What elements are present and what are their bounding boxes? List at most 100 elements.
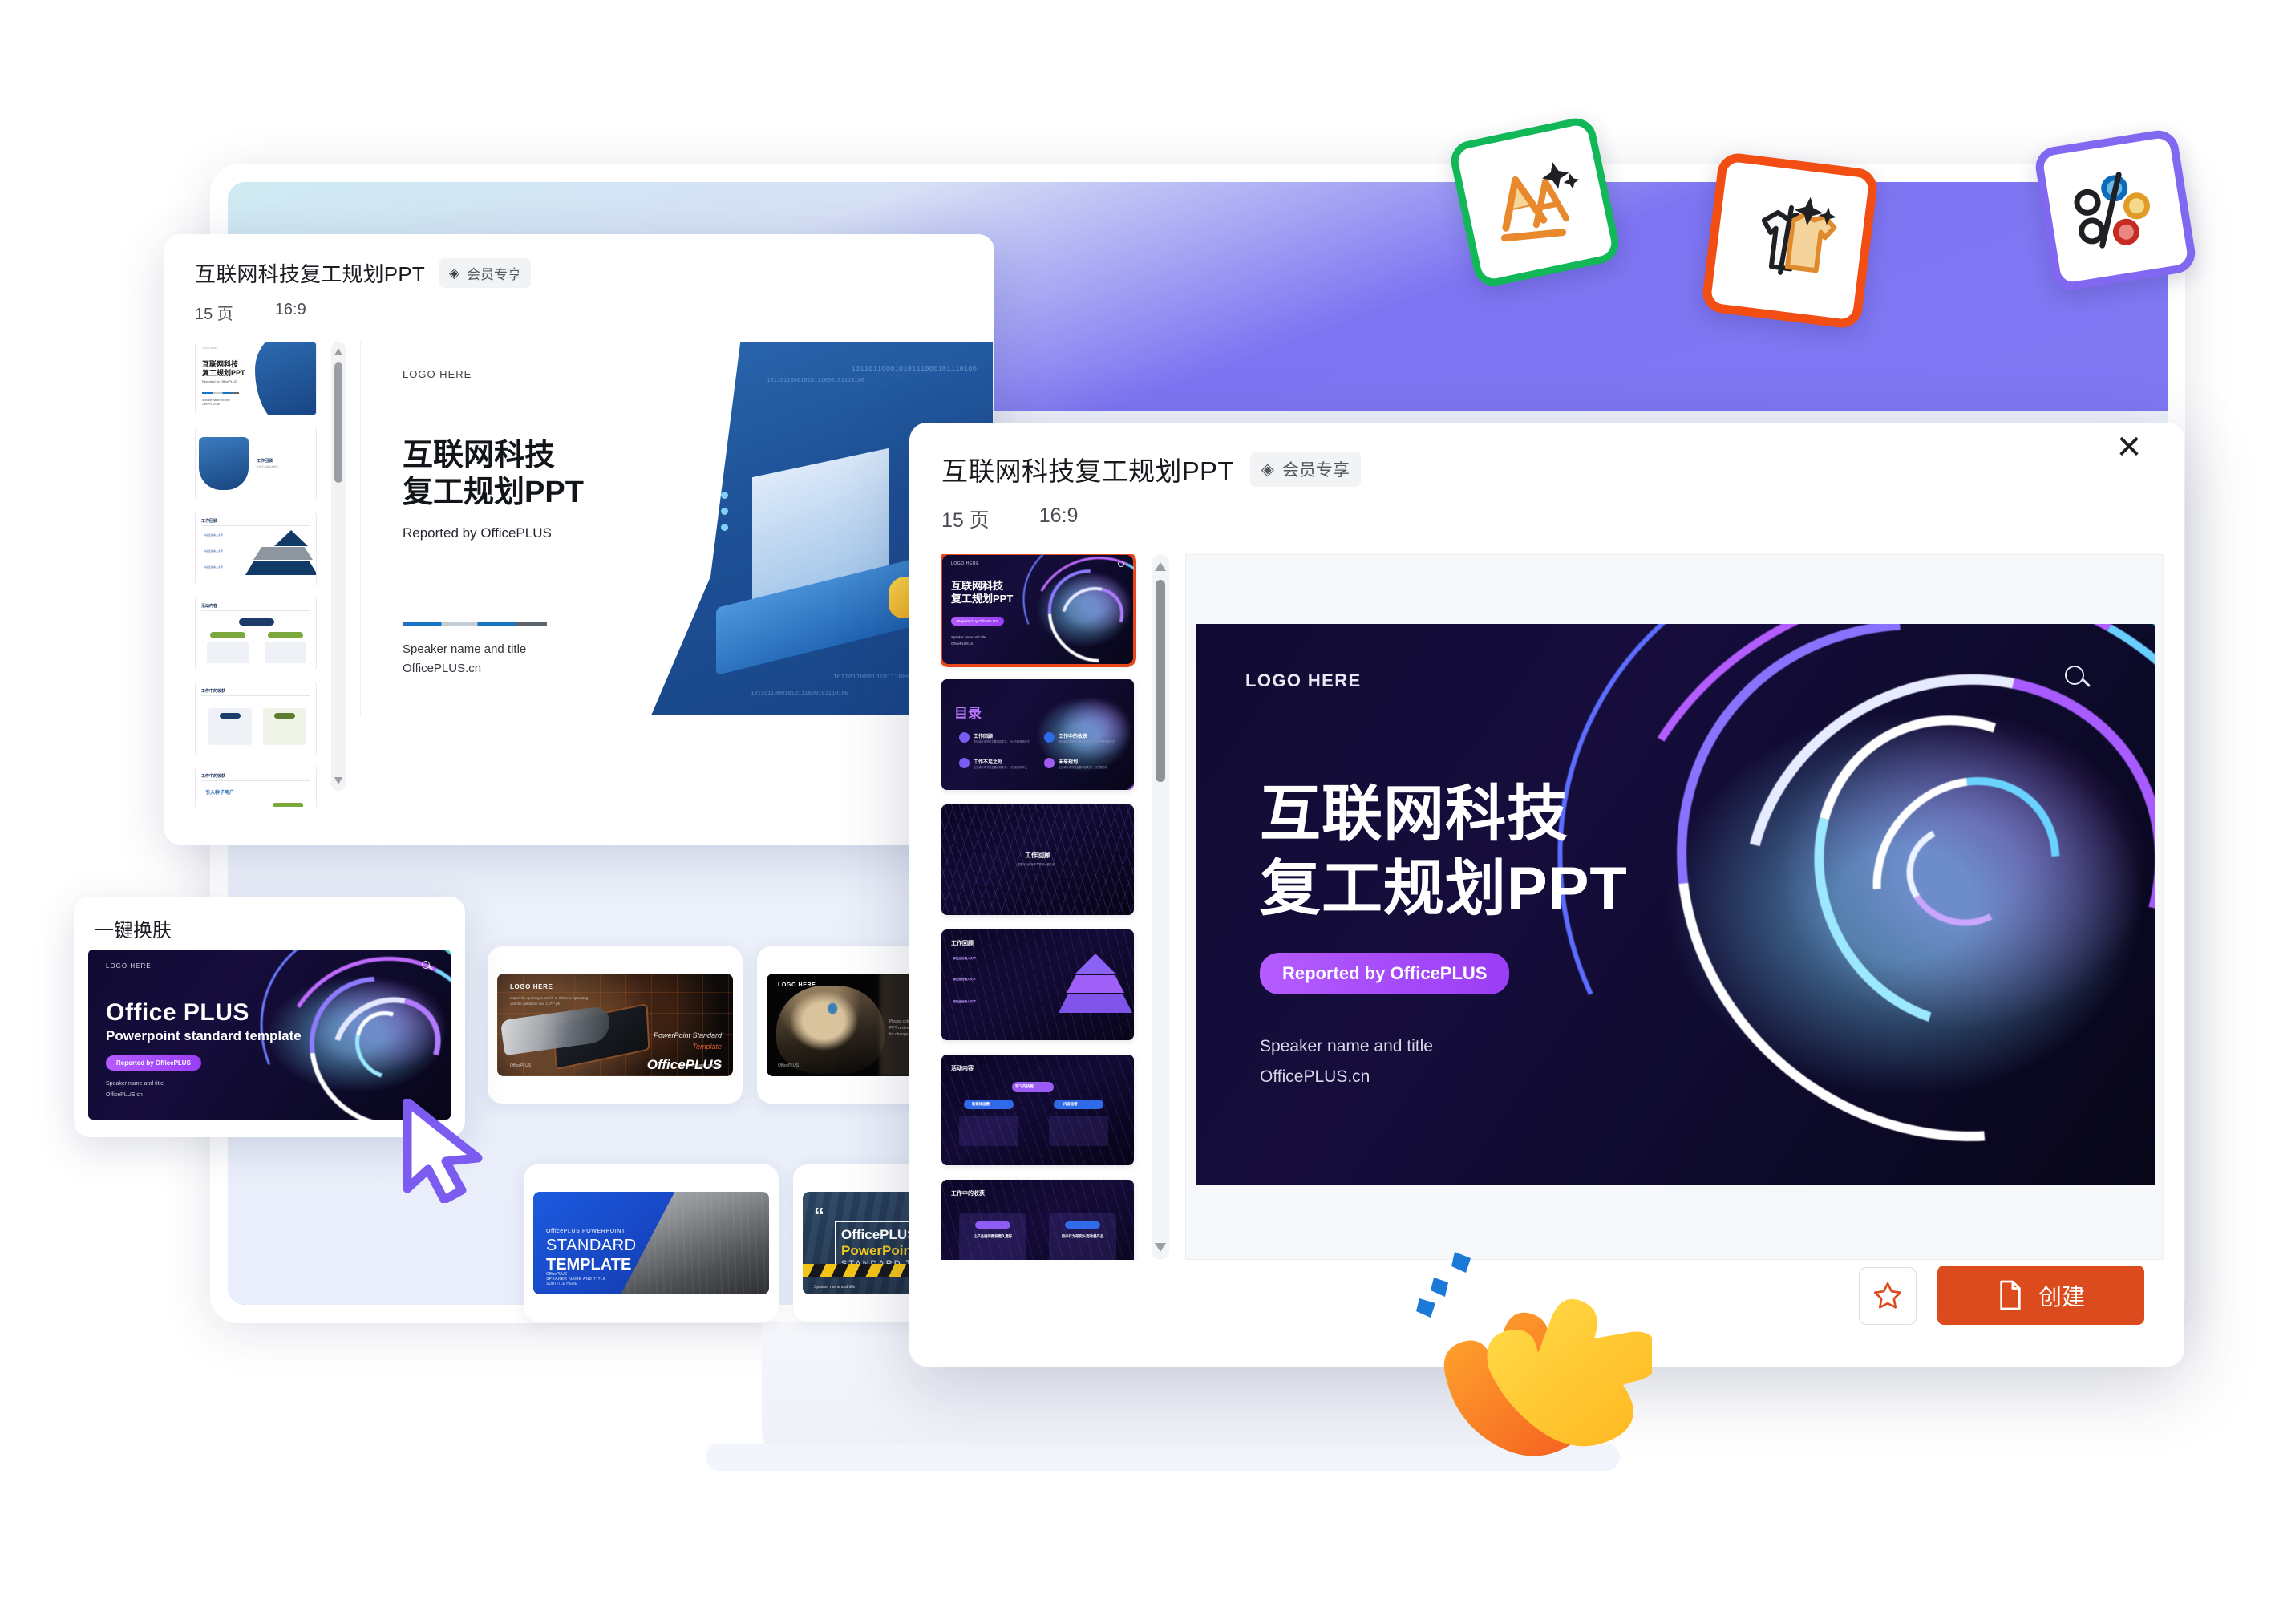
modal-page-count: 15 页	[941, 509, 990, 532]
color-palette-icon	[2033, 128, 2198, 293]
iso-dot	[721, 492, 728, 499]
slide-title: Office PLUS	[106, 999, 249, 1026]
thumbnail-scrollbar[interactable]	[1152, 554, 1169, 1260]
slide-line1: STANDARD	[546, 1237, 637, 1254]
toc-item-title: 工作不足之处	[974, 760, 1003, 765]
toc-item-title: 工作回顾	[974, 735, 994, 739]
slide-logo: LOGO HERE	[778, 982, 816, 988]
background-aspect-ratio: 16:9	[274, 301, 306, 318]
gem-icon: ◈	[448, 265, 460, 281]
search-icon	[1118, 561, 1124, 567]
thumbnail-slide-1[interactable]: LOGO HERE 互联网科技 复工规划PPT Reported by Offic…	[941, 554, 1136, 667]
background-thumbnail[interactable]: 工作回顾 此处可以填写本章节…	[195, 427, 317, 500]
template-slide-robot: LOGO HERE Import for opening in Wiki® to…	[497, 974, 733, 1076]
close-icon[interactable]: ✕	[2111, 429, 2148, 466]
search-icon[interactable]	[2065, 666, 2092, 693]
slide-speaker: Speaker name and title	[106, 1081, 164, 1087]
scrollbar-thumb[interactable]	[1156, 580, 1165, 782]
slide-title: 互联网科技 复工规划PPT	[1260, 778, 1628, 926]
background-preview-window: 互联网科技复工规划PPT ◈ 会员专享 15 页 16:9 LOGO HERE …	[164, 234, 994, 845]
template-detail-modal: 互联网科技复工规划PPT ◈ 会员专享 15 页 16:9 ✕ LOGO HER…	[909, 423, 2184, 1367]
tree-child: 内容运营	[1063, 1102, 1078, 1106]
background-thumbnail[interactable]: LOGO HERE 互联网科技 复工规划PPT Reported by Offic…	[195, 342, 317, 415]
gem-icon: ◈	[1261, 460, 1274, 479]
template-card-city[interactable]: OfficePLUS POWERPOINT STANDARD TEMPLATE …	[524, 1164, 779, 1322]
chevron-down-icon[interactable]	[334, 777, 342, 784]
slide-footer-left: OfficePLUS	[510, 1063, 532, 1068]
create-button-label: 创建	[2038, 1285, 2085, 1310]
main-slide: LOGO HERE 互联网科技 复工规划PPT Reported by Offic…	[1196, 624, 2155, 1185]
font-style-icon	[1447, 114, 1623, 290]
background-thumbnail-rail[interactable]: LOGO HERE 互联网科技 复工规划PPT Reported by Offic…	[195, 342, 323, 807]
slide-logo: LOGO HERE	[1245, 670, 1362, 691]
quote-mark: “	[814, 1203, 824, 1227]
slide-pill: Reported by OfficePLUS	[106, 1055, 201, 1071]
background-vip-badge: ◈ 会员专享	[439, 258, 532, 288]
skin-card-title: 一键换肤	[95, 920, 172, 942]
modal-title: 互联网科技复工规划PPT	[941, 456, 1234, 486]
slide-footer-right: Speaker name and title	[680, 1063, 722, 1068]
slide-site: OfficePLUS.cn	[1260, 1067, 1370, 1086]
chevron-up-icon[interactable]	[334, 348, 342, 355]
star-icon	[1874, 1282, 1901, 1309]
thumbnail-slide-5[interactable]: 活动内容 学习的技能 新媒体运营 内容运营	[941, 1055, 1134, 1165]
slide-preview-stage: LOGO HERE 互联网科技 复工规划PPT Reported by Offic…	[1185, 554, 2164, 1260]
background-page-title: 互联网科技复工规划PPT	[195, 262, 425, 286]
tree-child: 新媒体运营	[972, 1102, 990, 1106]
background-thumbnail[interactable]: 工作中的收获 引入种子用户	[195, 767, 317, 807]
thumbnail-title: 工作回顾	[1025, 852, 1050, 859]
background-thumbnail[interactable]: 活动内容	[195, 597, 317, 670]
cat-photo	[775, 986, 885, 1075]
background-thumbnail[interactable]: 工作中的收获	[195, 682, 317, 755]
thumbnail-rail[interactable]: LOGO HERE 互联网科技 复工规划PPT Reported by Offic…	[941, 554, 1140, 1260]
search-icon	[422, 961, 433, 972]
thumbnail-title: 目录	[954, 706, 982, 721]
favorite-button[interactable]	[1859, 1267, 1917, 1325]
toc-item-title: 工作中的收获	[1059, 735, 1088, 739]
create-button[interactable]: 创建	[1937, 1266, 2144, 1325]
binary-decoration: 10110110001010111000101110100	[767, 378, 864, 384]
screenshot-root: LOGO HERE Import for opening in Wiki® to…	[0, 0, 2271, 1624]
modal-aspect-ratio: 16:9	[1038, 504, 1079, 527]
vip-badge-label: 会员专享	[1281, 461, 1350, 480]
slide-title-line1: 互联网科技	[1260, 780, 1569, 848]
thumbnail-slide-3[interactable]: 工作回顾 这里可以填写本章节的一些介绍…	[941, 804, 1134, 915]
cursor-arrow-icon	[403, 1099, 483, 1203]
thumbnail-slide-2[interactable]: 目录 工作回顾 此处填写本节的主要内容文字，可以方便说明中文 工作中的收获 此处…	[941, 679, 1134, 790]
slide-note: Import for opening in Wiki® to Chinese o…	[510, 996, 589, 1006]
background-scrollbar-thumb[interactable]	[334, 362, 342, 483]
modal-body: LOGO HERE 互联网科技 复工规划PPT Reported by Offic…	[909, 554, 2184, 1260]
background-window-body: LOGO HERE 互联网科技 复工规划PPT Reported by Offic…	[164, 342, 994, 807]
background-thumbnail[interactable]: 工作回顾 请在此处输入文字 请在此处输入文字 请在此处输入文字	[195, 512, 317, 585]
slide-line2: Template	[692, 1043, 722, 1051]
slide-logo: LOGO HERE	[106, 962, 152, 970]
vip-badge-label: 会员专享	[467, 267, 522, 282]
thumbnail-title: 工作回顾	[951, 941, 974, 946]
background-window-header: 互联网科技复工规划PPT ◈ 会员专享 15 页 16:9	[164, 234, 994, 324]
pyramid-bullet: 请在此处输入文字	[953, 978, 976, 981]
slide-title-line2: 复工规划PPT	[1260, 854, 1628, 923]
slide-line1: PowerPoint Standard	[653, 1031, 722, 1039]
pyramid-bullet: 请在此处输入文字	[953, 957, 976, 960]
iso-dot	[721, 508, 728, 515]
slide-line2: PowerPoint	[841, 1243, 917, 1258]
thumbnail-title: 互联网科技 复工规划PPT	[951, 580, 1014, 605]
background-scrollbar[interactable]	[331, 342, 346, 791]
iso-dot	[721, 524, 728, 531]
slide-logo: LOGO HERE	[403, 368, 472, 380]
slide-line1: OfficePLUS	[841, 1227, 917, 1242]
slide-title-line1: 互联网科技	[403, 439, 556, 472]
slide-subtitle: Powerpoint standard template	[106, 1028, 302, 1043]
template-card-robot[interactable]: LOGO HERE Import for opening in Wiki® to…	[488, 946, 743, 1104]
clapping-hands-emoji	[1416, 1252, 1652, 1456]
slide-speaker: Speaker name and title	[403, 642, 527, 656]
slide-speaker: Speaker name and title	[1260, 1037, 1433, 1055]
thumbnail-slide-4[interactable]: 工作回顾 请在此处输入文字 请在此处输入文字 请在此处输入文字	[941, 929, 1134, 1040]
background-page-count: 15 页	[195, 306, 233, 323]
slide-footer-left: OfficePLUS	[778, 1063, 800, 1068]
slide-reported: Reported by OfficePLUS	[403, 525, 552, 541]
thumbnail-title: 活动内容	[951, 1066, 974, 1071]
template-slide-city: OfficePLUS POWERPOINT STANDARD TEMPLATE …	[533, 1192, 769, 1294]
slide-report-pill: Reported by OfficePLUS	[1260, 953, 1510, 994]
chevron-up-icon[interactable]	[1155, 562, 1166, 571]
